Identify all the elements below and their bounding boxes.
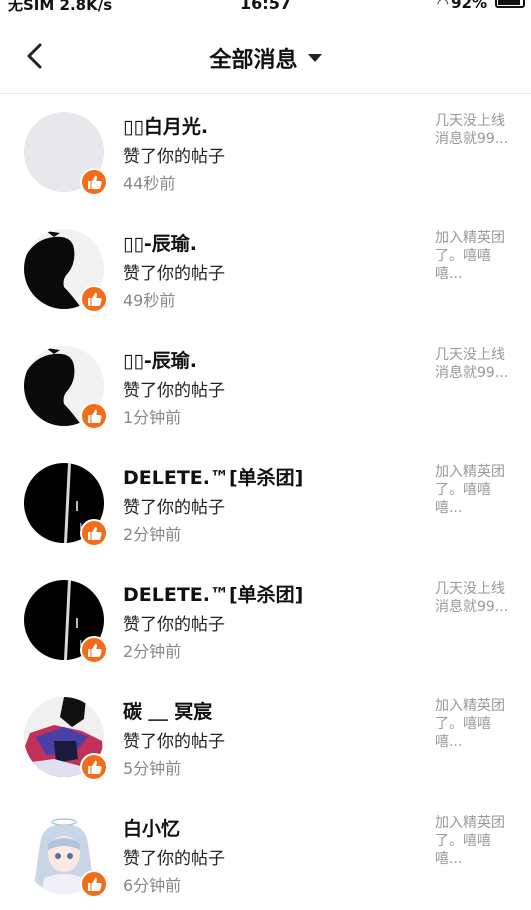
notification-item[interactable]: ▯▯-辰瑜. 赞了你的帖子 49秒前 加入精英团了。嘻嘻嘻...: [0, 211, 531, 328]
post-preview-line: 消息就99...: [435, 599, 509, 615]
post-preview-line: 加入精英团: [435, 815, 505, 831]
thumbs-up-icon: [88, 877, 102, 891]
post-preview-line: 了。嘻嘻: [435, 482, 491, 498]
avatar-container[interactable]: [24, 580, 108, 664]
notification-time: 5分钟前: [123, 759, 182, 778]
post-preview[interactable]: 加入精英团了。嘻嘻嘻...: [435, 697, 519, 751]
post-preview-line: 加入精英团: [435, 230, 505, 246]
notification-list: ▯▯白月光. 赞了你的帖子 44秒前 几天没上线 消息就99... ▯▯-辰瑜. 赞了你的帖…: [0, 94, 531, 910]
username[interactable]: ▯▯白月光.: [123, 112, 208, 139]
avatar-container[interactable]: [24, 814, 108, 898]
like-badge: [80, 285, 108, 313]
thumbs-up-icon: [88, 175, 102, 189]
post-preview-line: 嘻...: [435, 500, 463, 516]
thumbs-up-icon: [88, 409, 102, 423]
post-preview-line: 几天没上线: [435, 347, 505, 363]
notification-time: 2分钟前: [123, 525, 182, 544]
nav-bar: 全部消息: [0, 18, 531, 94]
post-preview-line: 几天没上线: [435, 581, 505, 597]
wifi-icon: ◠: [436, 0, 449, 12]
notification-action: 赞了你的帖子: [123, 147, 225, 167]
like-badge: [80, 519, 108, 547]
username[interactable]: 碳 ＿ 冥宸: [123, 697, 212, 724]
post-preview-line: 嘻...: [435, 266, 463, 282]
username[interactable]: DELETE.™[单杀团]: [123, 463, 303, 490]
like-badge: [80, 402, 108, 430]
username[interactable]: DELETE.™[单杀团]: [123, 580, 303, 607]
username[interactable]: ▯▯-辰瑜.: [123, 229, 197, 256]
notification-item[interactable]: 白小忆赞了你的帖子 6分钟前 加入精英团了。嘻嘻嘻...: [0, 796, 531, 910]
battery-percent: 92%: [451, 0, 487, 12]
post-preview-line: 加入精英团: [435, 698, 505, 714]
like-badge: [80, 870, 108, 898]
post-preview-line: 嘻...: [435, 851, 463, 867]
post-preview[interactable]: 加入精英团了。嘻嘻嘻...: [435, 229, 519, 283]
post-preview[interactable]: 几天没上线消息就99...: [435, 580, 519, 616]
post-preview-line: 了。嘻嘻: [435, 248, 491, 264]
avatar-container[interactable]: [24, 112, 108, 196]
notification-action: 赞了你的帖子: [123, 498, 225, 518]
avatar-container[interactable]: [24, 697, 108, 781]
status-bar: 无SIM 2.8K/s 16:57 ◠ 92%: [0, 0, 531, 18]
post-preview-line: 几天没上线: [435, 113, 505, 129]
notification-action: 赞了你的帖子: [123, 615, 225, 635]
post-preview-line: 嘻...: [435, 734, 463, 750]
post-preview-line: 了。嘻嘻: [435, 716, 491, 732]
message-filter-dropdown[interactable]: 全部消息: [0, 42, 531, 74]
avatar-container[interactable]: [24, 229, 108, 313]
notification-action: 赞了你的帖子: [123, 264, 225, 284]
like-badge: [80, 168, 108, 196]
notification-action: 赞了你的帖子: [123, 732, 225, 752]
thumbs-up-icon: [88, 760, 102, 774]
notification-action: 赞了你的帖子: [123, 849, 225, 869]
notification-time: 2分钟前: [123, 642, 182, 661]
notification-time: 49秒前: [123, 291, 176, 310]
notification-item[interactable]: ▯▯白月光. 赞了你的帖子 44秒前 几天没上线消息就99...: [0, 94, 531, 211]
caret-down-icon: [307, 54, 322, 62]
notification-time: 6分钟前: [123, 876, 182, 895]
battery-icon: [495, 0, 525, 8]
notification-item[interactable]: ▯▯-辰瑜. 赞了你的帖子 1分钟前 几天没上线消息就99...: [0, 328, 531, 445]
notification-time: 44秒前: [123, 174, 176, 193]
post-preview-line: 了。嘻嘻: [435, 833, 491, 849]
thumbs-up-icon: [88, 526, 102, 540]
post-preview[interactable]: 加入精英团了。嘻嘻嘻...: [435, 814, 519, 868]
like-badge: [80, 753, 108, 781]
notification-item[interactable]: DELETE.™[单杀团] 赞了你的帖子 2分钟前 加入精英团了。嘻嘻嘻...: [0, 445, 531, 562]
post-preview[interactable]: 几天没上线消息就99...: [435, 112, 519, 148]
notification-item[interactable]: DELETE.™[单杀团] 赞了你的帖子 2分钟前 几天没上线消息就99...: [0, 562, 531, 679]
post-preview[interactable]: 加入精英团了。嘻嘻嘻...: [435, 463, 519, 517]
post-preview-line: 加入精英团: [435, 464, 505, 480]
avatar-container[interactable]: [24, 463, 108, 547]
post-preview-line: 消息就99...: [435, 131, 509, 147]
post-preview-line: 消息就99...: [435, 365, 509, 381]
page-title: 全部消息: [209, 48, 298, 73]
username[interactable]: ▯▯-辰瑜.: [123, 346, 197, 373]
thumbs-up-icon: [88, 643, 102, 657]
username[interactable]: 白小忆: [123, 814, 180, 841]
post-preview[interactable]: 几天没上线消息就99...: [435, 346, 519, 382]
notification-action: 赞了你的帖子: [123, 381, 225, 401]
notification-time: 1分钟前: [123, 408, 182, 427]
like-badge: [80, 636, 108, 664]
notification-item[interactable]: 碳 ＿ 冥宸赞了你的帖子 5分钟前 加入精英团了。嘻嘻嘻...: [0, 679, 531, 796]
thumbs-up-icon: [88, 292, 102, 306]
avatar-container[interactable]: [24, 346, 108, 430]
